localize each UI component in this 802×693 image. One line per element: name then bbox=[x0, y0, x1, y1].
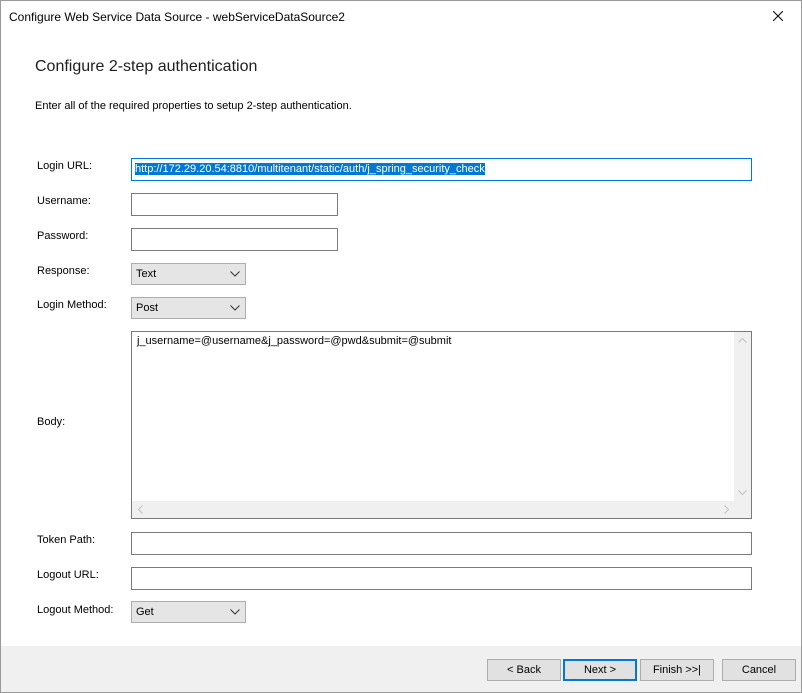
button-bar: < Back Next > Finish >>| Cancel bbox=[1, 646, 801, 692]
chevron-down-icon bbox=[230, 271, 240, 277]
body-textarea[interactable]: j_username=@username&j_password=@pwd&sub… bbox=[131, 331, 752, 519]
logout-url-label: Logout URL: bbox=[37, 569, 99, 581]
window-title: Configure Web Service Data Source - webS… bbox=[9, 10, 345, 24]
title-bar: Configure Web Service Data Source - webS… bbox=[1, 1, 801, 32]
back-button[interactable]: < Back bbox=[487, 659, 561, 681]
username-field[interactable] bbox=[131, 193, 338, 216]
login-url-field[interactable]: http://172.29.20.54:8810/multitenant/sta… bbox=[131, 158, 752, 181]
logout-method-label: Logout Method: bbox=[37, 604, 114, 616]
response-value: Text bbox=[136, 268, 157, 280]
finish-button[interactable]: Finish >>| bbox=[640, 659, 714, 681]
logout-method-value: Get bbox=[136, 606, 154, 618]
cancel-button[interactable]: Cancel bbox=[722, 659, 796, 681]
username-label: Username: bbox=[37, 195, 91, 207]
horizontal-scrollbar[interactable] bbox=[132, 501, 735, 518]
page-description: Enter all of the required properties to … bbox=[35, 100, 352, 112]
next-button[interactable]: Next > bbox=[563, 659, 637, 681]
scrollbar-corner bbox=[734, 501, 751, 518]
response-label: Response: bbox=[37, 265, 90, 277]
scroll-down-icon[interactable] bbox=[738, 490, 747, 495]
login-method-value: Post bbox=[136, 302, 159, 314]
logout-method-dropdown[interactable]: Get bbox=[131, 601, 246, 623]
vertical-scrollbar[interactable] bbox=[734, 332, 751, 501]
login-method-dropdown[interactable]: Post bbox=[131, 297, 246, 319]
scroll-up-icon[interactable] bbox=[738, 338, 747, 343]
login-url-value: http://172.29.20.54:8810/multitenant/sta… bbox=[135, 163, 485, 175]
body-label: Body: bbox=[37, 416, 66, 428]
page-heading: Configure 2-step authentication bbox=[35, 58, 258, 75]
login-url-label: Login URL: bbox=[37, 160, 93, 172]
login-method-label: Login Method: bbox=[37, 299, 107, 311]
scroll-right-icon[interactable] bbox=[724, 505, 729, 514]
close-icon bbox=[773, 11, 783, 21]
chevron-down-icon bbox=[230, 305, 240, 311]
chevron-down-icon bbox=[230, 609, 240, 615]
password-label: Password: bbox=[37, 230, 89, 242]
body-value: j_username=@username&j_password=@pwd&sub… bbox=[137, 335, 452, 347]
scroll-left-icon[interactable] bbox=[138, 505, 143, 514]
response-dropdown[interactable]: Text bbox=[131, 263, 246, 285]
token-path-field[interactable] bbox=[131, 532, 752, 555]
password-field[interactable] bbox=[131, 228, 338, 251]
token-path-label: Token Path: bbox=[37, 534, 96, 546]
logout-url-field[interactable] bbox=[131, 567, 752, 590]
close-button[interactable] bbox=[755, 1, 801, 31]
wizard-window: Configure Web Service Data Source - webS… bbox=[0, 0, 802, 693]
